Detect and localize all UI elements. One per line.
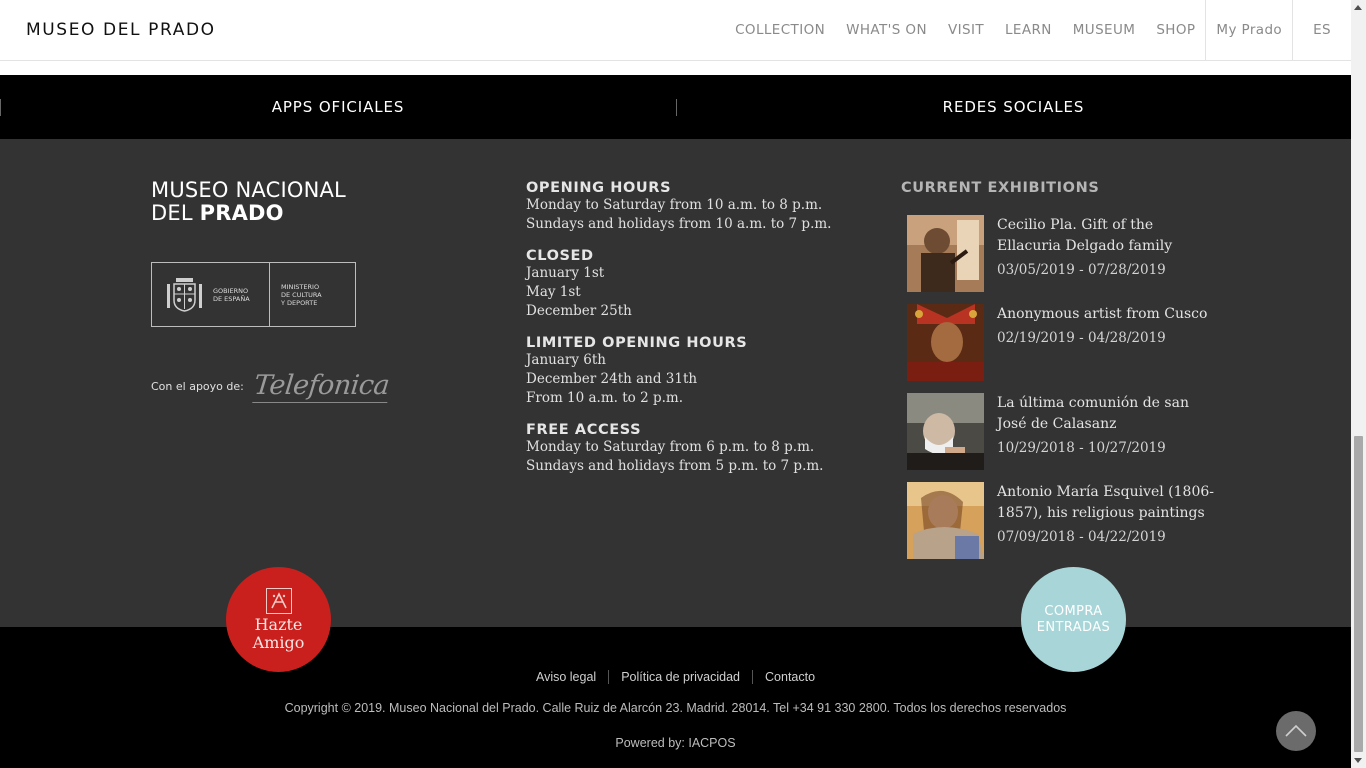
exhibition-item[interactable]: Anonymous artist from Cusco 02/19/2019 -… xyxy=(901,304,1231,393)
contacto-link[interactable]: Contacto xyxy=(752,670,827,684)
sponsor-label: Con el apoyo de: xyxy=(151,380,244,393)
exhibition-item[interactable]: Cecilio Pla. Gift of the Ellacuria Delga… xyxy=(901,215,1231,304)
hours-heading: LIMITED OPENING HOURS xyxy=(526,335,748,351)
exhibition-name[interactable]: La última comunión de san José de Calasa… xyxy=(997,393,1217,435)
compra-line-2: ENTRADAS xyxy=(1036,619,1111,635)
nav-collection[interactable]: COLLECTION xyxy=(735,22,825,38)
hours-heading: FREE ACCESS xyxy=(526,422,642,438)
hours-line: Monday to Saturday from 6 p.m. to 8 p.m. xyxy=(526,439,815,455)
politica-privacidad-link[interactable]: Política de privacidad xyxy=(608,670,752,684)
hours-line: Sundays and holidays from 5 p.m. to 7 p.… xyxy=(526,458,824,474)
exhibition-name[interactable]: Antonio María Esquivel (1806-1857), his … xyxy=(997,482,1217,524)
telefonica-logo[interactable]: Telefonica xyxy=(252,370,391,403)
hours-line: Monday to Saturday from 10 a.m. to 8 p.m… xyxy=(526,197,823,213)
compra-entradas-button[interactable]: COMPRA ENTRADAS xyxy=(1021,567,1126,672)
exhibition-thumbnail[interactable] xyxy=(907,482,984,559)
nav-learn[interactable]: LEARN xyxy=(1005,22,1052,38)
exhibition-dates: 03/05/2019 - 07/28/2019 xyxy=(997,262,1166,278)
my-prado-container: My Prado xyxy=(1205,0,1292,60)
exhibition-text: Cecilio Pla. Gift of the Ellacuria Delga… xyxy=(997,215,1217,278)
site-logo[interactable]: MUSEO DEL PRADO xyxy=(26,20,216,40)
exhibition-item[interactable]: Antonio María Esquivel (1806-1857), his … xyxy=(901,482,1231,571)
nav-whats-on[interactable]: WHAT'S ON xyxy=(846,22,927,38)
exhibition-thumbnail[interactable] xyxy=(907,215,984,292)
current-exhibitions: CURRENT EXHIBITIONS Cecilio Pla. Gift of… xyxy=(901,180,1231,571)
nav-visit[interactable]: VISIT xyxy=(948,22,984,38)
hours-line: January 6th xyxy=(526,352,606,368)
coat-of-arms-icon xyxy=(167,278,202,312)
footer-bottom: Aviso legal Política de privacidad Conta… xyxy=(0,627,1351,768)
hazte-amigo-line-2: Amigo xyxy=(252,632,305,652)
apps-oficiales-link[interactable]: APPS OFICIALES xyxy=(0,75,676,139)
exhibition-item[interactable]: La última comunión de san José de Calasa… xyxy=(901,393,1231,482)
hours-block-opening: OPENING HOURS Monday to Saturday from 10… xyxy=(526,180,856,234)
gobierno-text: GOBIERNO DE ESPAÑA xyxy=(213,287,250,303)
hours-block-limited: LIMITED OPENING HOURS January 6th Decemb… xyxy=(526,335,856,408)
gobierno-line-2: DE ESPAÑA xyxy=(213,294,250,303)
gobierno-line-1: GOBIERNO xyxy=(213,286,249,295)
exhibition-text: Antonio María Esquivel (1806-1857), his … xyxy=(997,482,1217,545)
sponsor-block: Con el apoyo de: Telefonica xyxy=(151,370,391,403)
exhibitions-heading: CURRENT EXHIBITIONS xyxy=(901,180,1100,196)
exhibition-dates: 02/19/2019 - 04/28/2019 xyxy=(997,330,1166,346)
hours-line: December 25th xyxy=(526,303,632,319)
brand-line-1: MUSEO NACIONAL xyxy=(151,178,346,202)
language-container: ES xyxy=(1292,0,1351,60)
exhibition-name[interactable]: Anonymous artist from Cusco xyxy=(997,304,1217,325)
gobierno-logo[interactable]: GOBIERNO DE ESPAÑA MINISTERIO DE CULTURA… xyxy=(151,262,356,327)
back-to-top-button[interactable] xyxy=(1276,711,1316,751)
site-header: MUSEO DEL PRADO COLLECTION WHAT'S ON VIS… xyxy=(0,0,1351,61)
hours-line: From 10 a.m. to 2 p.m. xyxy=(526,390,683,406)
copyright-text: Copyright © 2019. Museo Nacional del Pra… xyxy=(284,701,1067,715)
scrollbar-thumb[interactable] xyxy=(1354,436,1363,752)
powered-by-text[interactable]: Powered by: IACPOS xyxy=(0,736,1351,750)
hazte-amigo-line-1: Hazte xyxy=(254,614,303,634)
brand-line-2-bold: PRADO xyxy=(199,201,284,225)
hours-line: May 1st xyxy=(526,284,581,300)
hazte-amigo-button[interactable]: Hazte Amigo xyxy=(226,567,331,672)
scroll-up-arrow-icon[interactable] xyxy=(1354,5,1362,10)
ministerio-line-2: DE CULTURA xyxy=(281,290,322,299)
exhibition-thumbnail[interactable] xyxy=(907,304,984,381)
redes-sociales-link[interactable]: REDES SOCIALES xyxy=(676,75,1351,139)
hours-line: December 24th and 31th xyxy=(526,371,698,387)
exhibition-text: Anonymous artist from Cusco 02/19/2019 -… xyxy=(997,304,1217,346)
page-scrollbar[interactable] xyxy=(1351,0,1366,768)
exhibition-name[interactable]: Cecilio Pla. Gift of the Ellacuria Delga… xyxy=(997,215,1217,257)
opening-hours: OPENING HOURS Monday to Saturday from 10… xyxy=(526,180,856,490)
footer-main: MUSEO NACIONAL DEL PRADO GOBIERNO DE ESP… xyxy=(0,139,1351,627)
social-apps-band: APPS OFICIALES REDES SOCIALES xyxy=(0,75,1351,139)
compra-line-1: COMPRA xyxy=(1044,603,1103,619)
amigos-logo-icon xyxy=(265,587,292,614)
compra-entradas-label: COMPRA ENTRADAS xyxy=(1037,604,1110,636)
hours-line: January 1st xyxy=(526,265,605,281)
exhibition-dates: 10/29/2018 - 10/27/2019 xyxy=(997,440,1166,456)
nav-shop[interactable]: SHOP xyxy=(1156,22,1195,38)
chevron-up-icon xyxy=(1285,724,1307,737)
exhibition-text: La última comunión de san José de Calasa… xyxy=(997,393,1217,456)
ministerio-text: MINISTERIO DE CULTURA Y DEPORTE xyxy=(270,263,355,326)
legal-links: Aviso legal Política de privacidad Conta… xyxy=(0,670,1351,684)
aviso-legal-link[interactable]: Aviso legal xyxy=(524,670,608,684)
hours-line: Sundays and holidays from 10 a.m. to 7 p… xyxy=(526,216,832,232)
ministerio-line-3: Y DEPORTE xyxy=(281,298,318,307)
hours-heading: CLOSED xyxy=(526,248,594,264)
gobierno-left: GOBIERNO DE ESPAÑA xyxy=(152,263,270,326)
hours-heading: OPENING HOURS xyxy=(526,180,672,196)
nav-my-prado[interactable]: My Prado xyxy=(1216,22,1282,38)
main-nav: COLLECTION WHAT'S ON VISIT LEARN MUSEUM … xyxy=(735,0,1351,60)
museo-nacional-logo[interactable]: MUSEO NACIONAL DEL PRADO xyxy=(151,179,346,225)
brand-line-2: DEL PRADO xyxy=(151,202,346,225)
exhibition-thumbnail[interactable] xyxy=(907,393,984,470)
hours-block-closed: CLOSED January 1st May 1st December 25th xyxy=(526,248,856,321)
brand-line-2-regular: DEL xyxy=(151,201,200,225)
exhibition-dates: 07/09/2018 - 04/22/2019 xyxy=(997,529,1166,545)
nav-museum[interactable]: MUSEUM xyxy=(1073,22,1136,38)
language-switch[interactable]: ES xyxy=(1313,22,1331,38)
scroll-down-arrow-icon[interactable] xyxy=(1354,758,1362,763)
ministerio-line-1: MINISTERIO xyxy=(281,282,320,291)
hours-block-free: FREE ACCESS Monday to Saturday from 6 p.… xyxy=(526,422,856,476)
